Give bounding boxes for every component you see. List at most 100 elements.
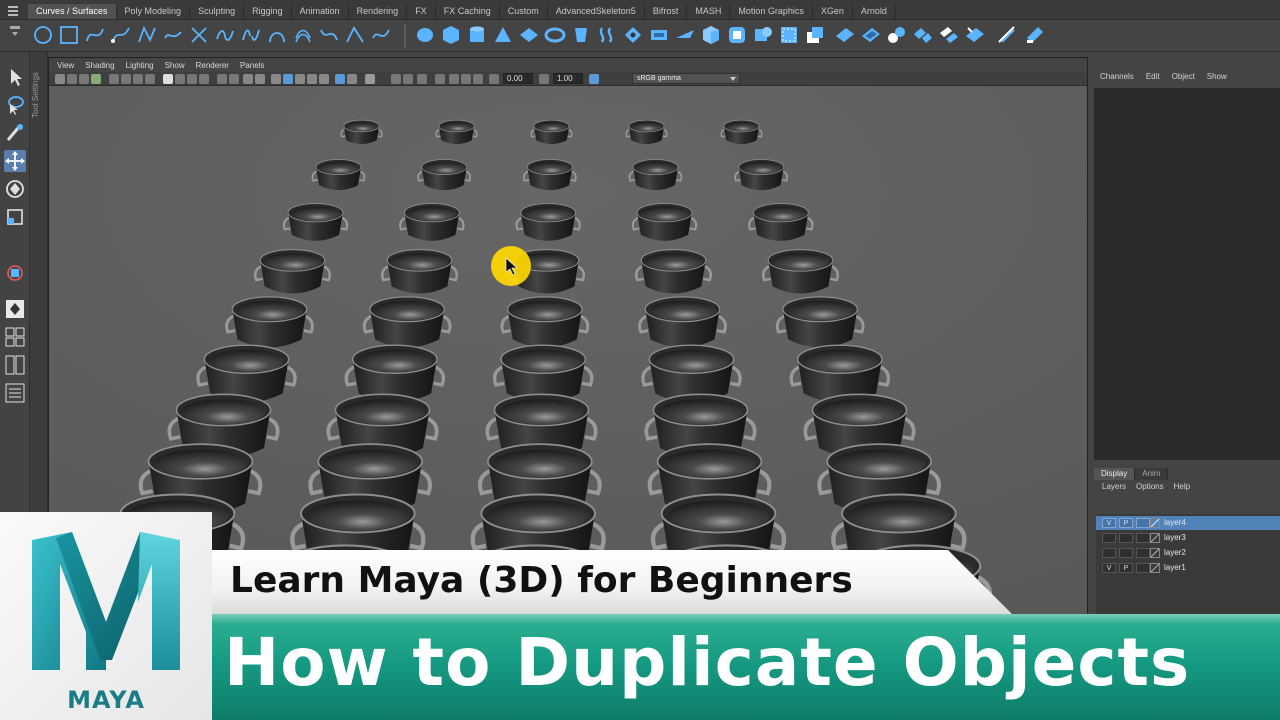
viewport-menu-lighting[interactable]: Lighting bbox=[126, 61, 154, 70]
smooth-shade-all-icon[interactable] bbox=[283, 74, 293, 84]
default-material-icon[interactable] bbox=[271, 74, 281, 84]
shelf-options-icon[interactable] bbox=[8, 24, 22, 46]
gate-mask-icon[interactable] bbox=[145, 74, 155, 84]
nurbs-cylinder-icon[interactable] bbox=[466, 24, 488, 46]
pot-mesh[interactable] bbox=[775, 296, 865, 348]
viewport-menu-show[interactable]: Show bbox=[165, 61, 185, 70]
pot-mesh[interactable] bbox=[282, 203, 349, 241]
layer-menu-layers[interactable]: Layers bbox=[1102, 482, 1126, 496]
curve-attach-icon[interactable] bbox=[214, 24, 236, 46]
layer-color-icon[interactable] bbox=[1150, 518, 1160, 528]
safe-title-icon[interactable] bbox=[187, 74, 197, 84]
pot-mesh[interactable] bbox=[789, 344, 891, 403]
nurbs-cube-icon[interactable] bbox=[440, 24, 462, 46]
curve-insert-knot-icon[interactable] bbox=[344, 24, 366, 46]
use-all-lights-icon[interactable] bbox=[307, 74, 317, 84]
paint-select-icon[interactable] bbox=[4, 122, 26, 144]
viewport-menu-shading[interactable]: Shading bbox=[85, 61, 114, 70]
xray-icon[interactable] bbox=[255, 74, 265, 84]
image-plane-icon[interactable] bbox=[91, 74, 101, 84]
pot-mesh[interactable] bbox=[344, 344, 446, 403]
layer-display-type-toggle[interactable] bbox=[1136, 548, 1150, 558]
layer-color-icon[interactable] bbox=[1150, 563, 1160, 573]
curve-reverse-icon[interactable] bbox=[318, 24, 340, 46]
pot-mesh[interactable] bbox=[196, 344, 297, 403]
shadows-icon[interactable] bbox=[319, 74, 329, 84]
exposure-field[interactable]: 0.00 bbox=[503, 73, 533, 84]
pot-mesh[interactable] bbox=[631, 203, 698, 241]
pot-mesh[interactable] bbox=[638, 296, 727, 348]
pot-mesh[interactable] bbox=[311, 159, 366, 191]
isolate-select-icon[interactable] bbox=[403, 74, 413, 84]
sculpt-geometry-icon[interactable] bbox=[1024, 24, 1046, 46]
pot-mesh[interactable] bbox=[522, 159, 577, 191]
gamma-icon[interactable] bbox=[539, 74, 549, 84]
shelf-tab-poly-modeling[interactable]: Poly Modeling bbox=[117, 4, 191, 19]
loft-icon[interactable] bbox=[596, 24, 618, 46]
gamma-field[interactable]: 1.00 bbox=[553, 73, 583, 84]
insert-isoparms-icon[interactable] bbox=[996, 24, 1018, 46]
pot-mesh[interactable] bbox=[340, 119, 383, 145]
arc-tool-icon[interactable] bbox=[188, 24, 210, 46]
bevel-plus-icon[interactable] bbox=[700, 24, 722, 46]
curve-extend-icon[interactable] bbox=[370, 24, 392, 46]
layer-display-type-toggle[interactable] bbox=[1136, 518, 1150, 528]
cv-curve-tool-icon[interactable] bbox=[84, 24, 106, 46]
pot-mesh[interactable] bbox=[362, 296, 452, 348]
shelf-tab-rigging[interactable]: Rigging bbox=[244, 4, 292, 19]
shelf-tab-fx-caching[interactable]: FX Caching bbox=[436, 4, 500, 19]
pot-mesh[interactable] bbox=[530, 119, 573, 145]
layer-visibility-toggle[interactable] bbox=[1102, 548, 1116, 558]
grid-toggle-icon[interactable] bbox=[163, 74, 173, 84]
layer-color-icon[interactable] bbox=[1150, 533, 1160, 543]
shelf-tab-curves-surfaces[interactable]: Curves / Surfaces bbox=[28, 4, 117, 19]
shelf-menu-icon[interactable] bbox=[6, 3, 20, 17]
layer-menu-options[interactable]: Options bbox=[1136, 482, 1164, 496]
project-curve-icon[interactable] bbox=[778, 24, 800, 46]
curve-rebuild-icon[interactable] bbox=[266, 24, 288, 46]
nurbs-cone-icon[interactable] bbox=[492, 24, 514, 46]
channel-menu-edit[interactable]: Edit bbox=[1146, 72, 1160, 86]
layer-row-layer2[interactable]: layer2 bbox=[1096, 546, 1280, 560]
outliner-layout-icon[interactable] bbox=[4, 382, 26, 404]
channel-menu-show[interactable]: Show bbox=[1207, 72, 1227, 86]
field-chart-icon[interactable] bbox=[199, 74, 209, 84]
lasso-select-icon[interactable] bbox=[4, 94, 26, 116]
channel-menu-object[interactable]: Object bbox=[1172, 72, 1195, 86]
ep-curve-tool-icon[interactable] bbox=[110, 24, 132, 46]
color-management-icon[interactable] bbox=[589, 74, 599, 84]
planar-icon[interactable] bbox=[622, 24, 644, 46]
pot-mesh[interactable] bbox=[225, 296, 314, 348]
film-gate-icon[interactable] bbox=[121, 74, 131, 84]
resolution-gate-icon[interactable] bbox=[133, 74, 143, 84]
exposure-icon[interactable] bbox=[489, 74, 499, 84]
smooth-shade-icon[interactable] bbox=[229, 74, 239, 84]
square-surface-icon[interactable] bbox=[752, 24, 774, 46]
curve-offset-icon[interactable] bbox=[292, 24, 314, 46]
wireframe-icon[interactable] bbox=[217, 74, 227, 84]
detach-surfaces-icon[interactable] bbox=[912, 24, 934, 46]
shelf-tab-bifrost[interactable]: Bifrost bbox=[645, 4, 688, 19]
layer-visibility-toggle[interactable]: V bbox=[1102, 563, 1116, 573]
wireframe-on-shaded-icon[interactable] bbox=[243, 74, 253, 84]
attach-surfaces-icon[interactable] bbox=[886, 24, 908, 46]
move-tool-button[interactable] bbox=[4, 150, 26, 172]
pencil-curve-tool-icon[interactable] bbox=[162, 24, 184, 46]
curve-detach-icon[interactable] bbox=[240, 24, 262, 46]
four-pane-layout-icon[interactable] bbox=[4, 326, 26, 348]
layer-menu-help[interactable]: Help bbox=[1174, 482, 1190, 496]
color-space-dropdown[interactable]: sRGB gamma bbox=[632, 73, 740, 84]
camera-cycle-icon[interactable] bbox=[449, 74, 459, 84]
shelf-tab-motion-graphics[interactable]: Motion Graphics bbox=[730, 4, 813, 19]
universal-manipulator-icon[interactable] bbox=[4, 262, 26, 284]
nurbs-plane-icon[interactable] bbox=[518, 24, 540, 46]
viewport-menu-panels[interactable]: Panels bbox=[240, 61, 264, 70]
layer-playback-toggle[interactable] bbox=[1119, 548, 1133, 558]
layer-visibility-toggle[interactable]: V bbox=[1102, 518, 1116, 528]
shelf-tab-arnold[interactable]: Arnold bbox=[853, 4, 896, 19]
layer-row-layer3[interactable]: layer3 bbox=[1096, 531, 1280, 545]
layer-row-layer4[interactable]: V P layer4 bbox=[1096, 516, 1280, 530]
pot-mesh[interactable] bbox=[761, 249, 840, 294]
nurbs-sphere-icon[interactable] bbox=[414, 24, 436, 46]
viewport-menu-renderer[interactable]: Renderer bbox=[196, 61, 229, 70]
